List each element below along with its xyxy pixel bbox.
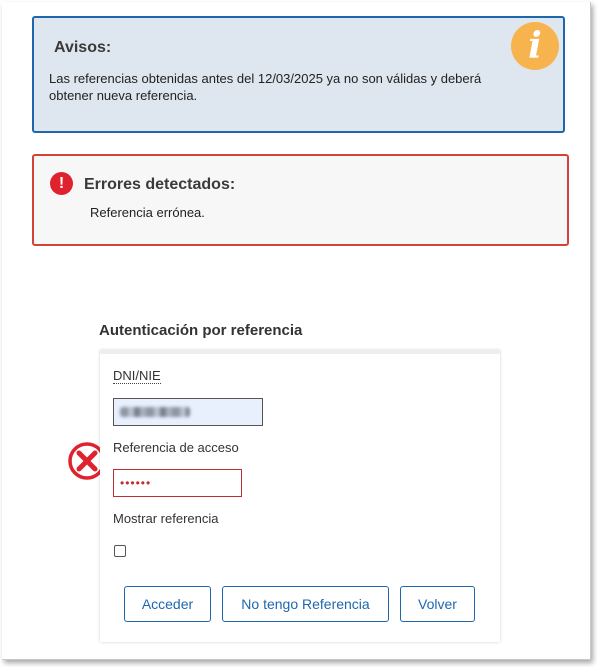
dni-input[interactable] <box>113 398 263 426</box>
show-reference-checkbox[interactable] <box>114 545 126 557</box>
errors-panel: ! Errores detectados: Referencia errónea… <box>32 154 569 246</box>
info-icon: i <box>511 22 559 70</box>
notices-title: Avisos: <box>54 39 112 56</box>
form-title: Autenticación por referencia <box>99 322 303 339</box>
show-reference-label: Mostrar referencia <box>113 511 219 526</box>
acceder-button[interactable]: Acceder <box>124 586 211 622</box>
no-reference-button[interactable]: No tengo Referencia <box>222 586 389 622</box>
dni-label: DNI/NIE <box>113 368 161 384</box>
notices-panel: Avisos: Las referencias obtenidas antes … <box>32 16 565 133</box>
auth-form: DNI/NIE Referencia de acceso •••••• Most… <box>100 350 500 642</box>
dni-redacted-value <box>120 407 190 417</box>
notices-text: Las referencias obtenidas antes del 12/0… <box>49 71 482 103</box>
error-message: Referencia errónea. <box>90 205 205 220</box>
errors-title: Errores detectados: <box>84 176 236 193</box>
exclamation-icon: ! <box>50 172 73 195</box>
reference-input[interactable]: •••••• <box>113 469 242 497</box>
reference-label: Referencia de acceso <box>113 440 239 455</box>
volver-button[interactable]: Volver <box>400 586 475 622</box>
